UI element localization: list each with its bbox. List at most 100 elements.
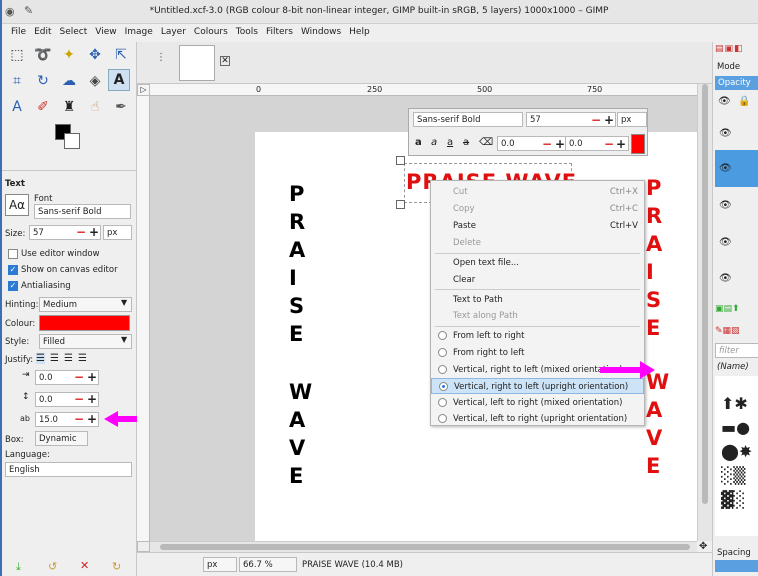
overlay-size-field[interactable]: 57 <box>526 112 616 127</box>
brushes-tabs[interactable]: ✎▦▧ <box>715 326 758 338</box>
lock-icon[interactable]: 🔒 <box>738 96 750 107</box>
paths-icon[interactable]: A <box>6 96 28 118</box>
close-tab-icon[interactable]: ✕ <box>220 56 230 66</box>
overlay-font-field[interactable]: Sans-serif Bold <box>413 112 523 127</box>
underline-icon[interactable]: a <box>447 137 453 148</box>
italic-icon[interactable]: a <box>431 137 437 148</box>
clone-icon[interactable]: ♜ <box>58 96 80 118</box>
bucket-fill-icon[interactable]: ◈ <box>84 70 106 92</box>
bold-icon[interactable]: a <box>415 137 422 148</box>
box-select[interactable]: Dynamic <box>35 431 88 446</box>
menu-item-copy[interactable]: Copy Ctrl+C <box>431 201 644 217</box>
brush-grid[interactable]: ⬆✱ ▬● ⬤✸ ░▒ ▓░ <box>715 376 758 536</box>
layer-actions[interactable]: ▣▤⬆ <box>715 304 758 316</box>
eye-icon[interactable]: 👁 <box>719 163 732 174</box>
menu-filters[interactable]: Filters <box>262 24 297 37</box>
reset-options-icon[interactable]: ↻ <box>112 560 121 573</box>
menu-image[interactable]: Image <box>121 24 157 37</box>
justify-left-icon[interactable]: ☰ <box>36 353 45 364</box>
text-colour-swatch[interactable] <box>39 315 130 331</box>
menu-item-delete[interactable]: Delete <box>431 235 644 251</box>
crop-icon[interactable]: ⌗ <box>6 70 28 92</box>
font-field[interactable]: Sans-serif Bold <box>34 204 131 219</box>
menu-colours[interactable]: Colours <box>190 24 232 37</box>
antialiasing-checkbox[interactable]: ✓ <box>8 281 18 291</box>
paintbrush-icon[interactable]: ✐ <box>32 96 54 118</box>
hinting-select[interactable]: Medium <box>39 297 132 312</box>
menu-item-text-along-path[interactable]: Text along Path <box>431 308 644 324</box>
menu-file[interactable]: File <box>7 24 30 37</box>
move-icon[interactable]: ✥ <box>84 44 106 66</box>
line-spacing-increase-button[interactable]: + <box>87 393 97 405</box>
vertical-scrollbar[interactable] <box>697 84 712 541</box>
rect-select-icon[interactable]: ⬚ <box>6 44 28 66</box>
image-thumbnail-tab[interactable] <box>179 45 215 81</box>
menu-item-vertical-rtl-upright[interactable]: Vertical, right to left (upright orienta… <box>431 378 644 394</box>
size-unit-select[interactable]: px <box>103 225 132 240</box>
fuzzy-select-icon[interactable]: ✦ <box>58 44 80 66</box>
font-preview-icon[interactable]: Aα <box>5 194 29 216</box>
menu-select[interactable]: Select <box>56 24 92 37</box>
restore-options-icon[interactable]: ↺ <box>48 560 57 573</box>
menu-item-text-to-path[interactable]: Text to Path <box>431 292 644 308</box>
indent-increase-button[interactable]: + <box>87 371 97 383</box>
rotate-icon[interactable]: ↻ <box>32 70 54 92</box>
indent-decrease-button[interactable]: − <box>74 371 84 383</box>
menu-tools[interactable]: Tools <box>232 24 262 37</box>
quick-mask-toggle[interactable] <box>137 541 150 552</box>
tab-menu-icon[interactable]: ⋮ <box>156 52 166 63</box>
size-increase-button[interactable]: + <box>89 226 99 238</box>
opacity-bar[interactable]: Opacity <box>715 76 758 90</box>
justify-fill-icon[interactable]: ☰ <box>78 353 87 364</box>
size-decrease-button[interactable]: − <box>76 226 86 238</box>
menu-help[interactable]: Help <box>345 24 374 37</box>
justify-center-icon[interactable]: ☰ <box>64 353 73 364</box>
eye-icon[interactable]: 👁 <box>719 128 732 139</box>
brush-filter-input[interactable]: filter <box>715 343 758 358</box>
colour-picker-icon[interactable]: ✒ <box>110 96 132 118</box>
status-unit-select[interactable]: px <box>203 557 237 572</box>
baseline-increase-button[interactable]: + <box>555 138 565 150</box>
ruler-corner[interactable]: ▷ <box>137 84 150 96</box>
kerning-decrease-button[interactable]: − <box>604 138 614 150</box>
spacing-slider[interactable] <box>715 560 758 572</box>
zoom-select[interactable]: 66.7 % <box>239 557 297 572</box>
strikethrough-icon[interactable]: a <box>463 137 469 148</box>
vertical-ruler[interactable] <box>137 96 150 541</box>
menu-layer[interactable]: Layer <box>157 24 190 37</box>
menu-windows[interactable]: Windows <box>297 24 345 37</box>
warp-icon[interactable]: ☁ <box>58 70 80 92</box>
eye-icon[interactable]: 👁 <box>719 273 732 284</box>
menu-item-paste[interactable]: Paste Ctrl+V <box>431 218 644 234</box>
horizontal-ruler[interactable]: 0 250 500 750 <box>150 84 697 96</box>
overlay-size-decrease-button[interactable]: − <box>591 114 601 126</box>
justify-right-icon[interactable]: ☰ <box>50 353 59 364</box>
navigate-icon[interactable]: ✥ <box>699 541 707 552</box>
use-editor-checkbox[interactable] <box>8 249 18 259</box>
resize-handle[interactable] <box>396 156 405 165</box>
lasso-icon[interactable]: ➰ <box>32 44 54 66</box>
letter-spacing-increase-button[interactable]: + <box>87 413 97 425</box>
menu-item-cut[interactable]: Cut Ctrl+X <box>431 184 644 200</box>
eye-icon[interactable]: 👁 <box>719 200 732 211</box>
menu-view[interactable]: View <box>91 24 120 37</box>
overlay-unit-select[interactable]: px <box>617 112 647 127</box>
delete-options-icon[interactable]: ✕ <box>80 559 89 572</box>
show-canvas-editor-checkbox[interactable]: ✓ <box>8 265 18 275</box>
style-select[interactable]: Filled <box>39 334 132 349</box>
background-colour[interactable] <box>64 133 80 149</box>
dock-tabs[interactable]: ▤▣◧ <box>715 44 757 56</box>
kerning-increase-button[interactable]: + <box>616 138 626 150</box>
text-tool-icon[interactable]: A <box>108 69 130 91</box>
menu-item-vertical-ltr-upright[interactable]: Vertical, left to right (upright orienta… <box>431 411 644 427</box>
overlay-colour-swatch[interactable] <box>631 134 645 154</box>
eye-icon[interactable]: 👁 <box>719 237 732 248</box>
clear-style-icon[interactable]: ⌫ <box>479 137 493 148</box>
letter-spacing-decrease-button[interactable]: − <box>74 413 84 425</box>
overlay-size-increase-button[interactable]: + <box>604 114 614 126</box>
save-options-icon[interactable]: ⤓ <box>16 560 21 574</box>
menu-edit[interactable]: Edit <box>30 24 55 37</box>
menu-item-right-to-left[interactable]: From right to left <box>431 345 644 361</box>
menu-item-open-text-file[interactable]: Open text file... <box>431 255 644 271</box>
menu-item-clear[interactable]: Clear <box>431 272 644 288</box>
